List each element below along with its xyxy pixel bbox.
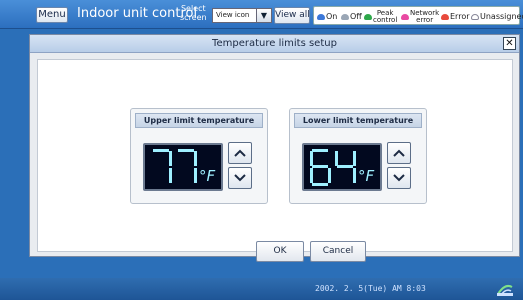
- datetime: 2002. 2. 5(Tue) AM 8:03: [315, 284, 426, 293]
- chevron-down-icon: [393, 174, 405, 182]
- off-status-icon: [341, 13, 349, 20]
- upper-limit-digits-1-segment-b: [194, 151, 197, 166]
- lower-limit-label: Lower limit temperature: [294, 113, 422, 128]
- select-screen-line2: screen: [180, 13, 207, 22]
- upper-limit-digits-0-segment-b: [169, 151, 172, 166]
- dialog-title: Temperature limits setup: [212, 38, 337, 49]
- lower-limit-display: °F: [302, 143, 382, 191]
- network-error-status-icon: [401, 13, 409, 20]
- upper-limit-label: Upper limit temperature: [135, 113, 263, 128]
- upper-limit-digits-1-segment-a: [178, 149, 194, 152]
- upper-limit-digits-0-segment-c: [169, 168, 172, 183]
- dropdown-arrow-icon[interactable]: ▼: [256, 8, 272, 23]
- peak-control-status-icon: [364, 13, 372, 20]
- lower-limit-digits-0-segment-f: [310, 151, 313, 166]
- unassigned-status-icon: [471, 13, 479, 20]
- legend-on: On: [317, 7, 337, 26]
- ok-button[interactable]: OK: [256, 241, 304, 262]
- legend-unassigned-label: Unassigned: [480, 12, 523, 21]
- lower-limit-digits-1-segment-f: [335, 151, 338, 166]
- legend-peak-line2: control: [373, 15, 398, 24]
- lower-limit-digits-0-segment-c: [328, 168, 331, 183]
- legend-off: Off: [341, 7, 362, 26]
- upper-increase-button[interactable]: [228, 142, 252, 164]
- lower-limit-digits-0-segment-a: [312, 149, 328, 152]
- upper-limit-digits-1-segment-c: [194, 168, 197, 183]
- upper-limit-digits-0-segment-a: [153, 149, 169, 152]
- chevron-up-icon: [234, 149, 246, 157]
- legend-peak: Peak control: [364, 7, 397, 26]
- cancel-button[interactable]: Cancel: [310, 241, 366, 262]
- lower-limit-panel: Lower limit temperature °F: [289, 108, 427, 204]
- dialog-title-bar: Temperature limits setup ✕: [30, 35, 519, 53]
- close-icon[interactable]: ✕: [503, 37, 516, 50]
- lower-limit-digits-0-segment-e: [310, 168, 313, 183]
- upper-decrease-button[interactable]: [228, 167, 252, 189]
- view-all-button[interactable]: View all: [274, 7, 310, 24]
- error-status-icon: [441, 13, 449, 20]
- lower-limit-unit: °F: [358, 167, 375, 185]
- legend-error: Error: [441, 7, 470, 26]
- lower-limit-digits-0-segment-g: [312, 165, 328, 168]
- legend-off-label: Off: [350, 12, 362, 21]
- select-screen-label: Select screen: [180, 4, 207, 22]
- legend-on-label: On: [326, 12, 338, 21]
- legend-network-line2: error: [416, 15, 434, 24]
- lower-limit-digits-1-segment-c: [353, 168, 356, 183]
- legend-unassigned: Unassigned: [471, 7, 523, 26]
- top-toolbar: Menu Indoor unit control Select screen V…: [0, 0, 523, 29]
- legend-network: Network error: [401, 7, 439, 26]
- lower-decrease-button[interactable]: [387, 167, 411, 189]
- upper-limit-panel: Upper limit temperature °F: [130, 108, 268, 204]
- on-status-icon: [317, 13, 325, 20]
- network-status-icon: [497, 284, 513, 296]
- lower-limit-digits-1-segment-b: [353, 151, 356, 166]
- upper-limit-unit: °F: [199, 167, 216, 185]
- dialog-content: [37, 59, 513, 252]
- upper-limit-display: °F: [143, 143, 223, 191]
- chevron-down-icon: [234, 174, 246, 182]
- chevron-up-icon: [393, 149, 405, 157]
- menu-button[interactable]: Menu: [36, 7, 68, 23]
- status-bar: 2002. 2. 5(Tue) AM 8:03: [0, 278, 523, 300]
- legend-error-label: Error: [450, 12, 470, 21]
- temperature-limits-dialog: Temperature limits setup ✕ Upper limit t…: [29, 34, 520, 262]
- select-screen-line1: Select: [180, 4, 206, 13]
- status-legend: On Off Peak control Network error Error Un…: [313, 6, 523, 26]
- lower-increase-button[interactable]: [387, 142, 411, 164]
- lower-limit-digits-1-segment-g: [337, 165, 353, 168]
- lower-limit-digits-0-segment-d: [312, 183, 328, 186]
